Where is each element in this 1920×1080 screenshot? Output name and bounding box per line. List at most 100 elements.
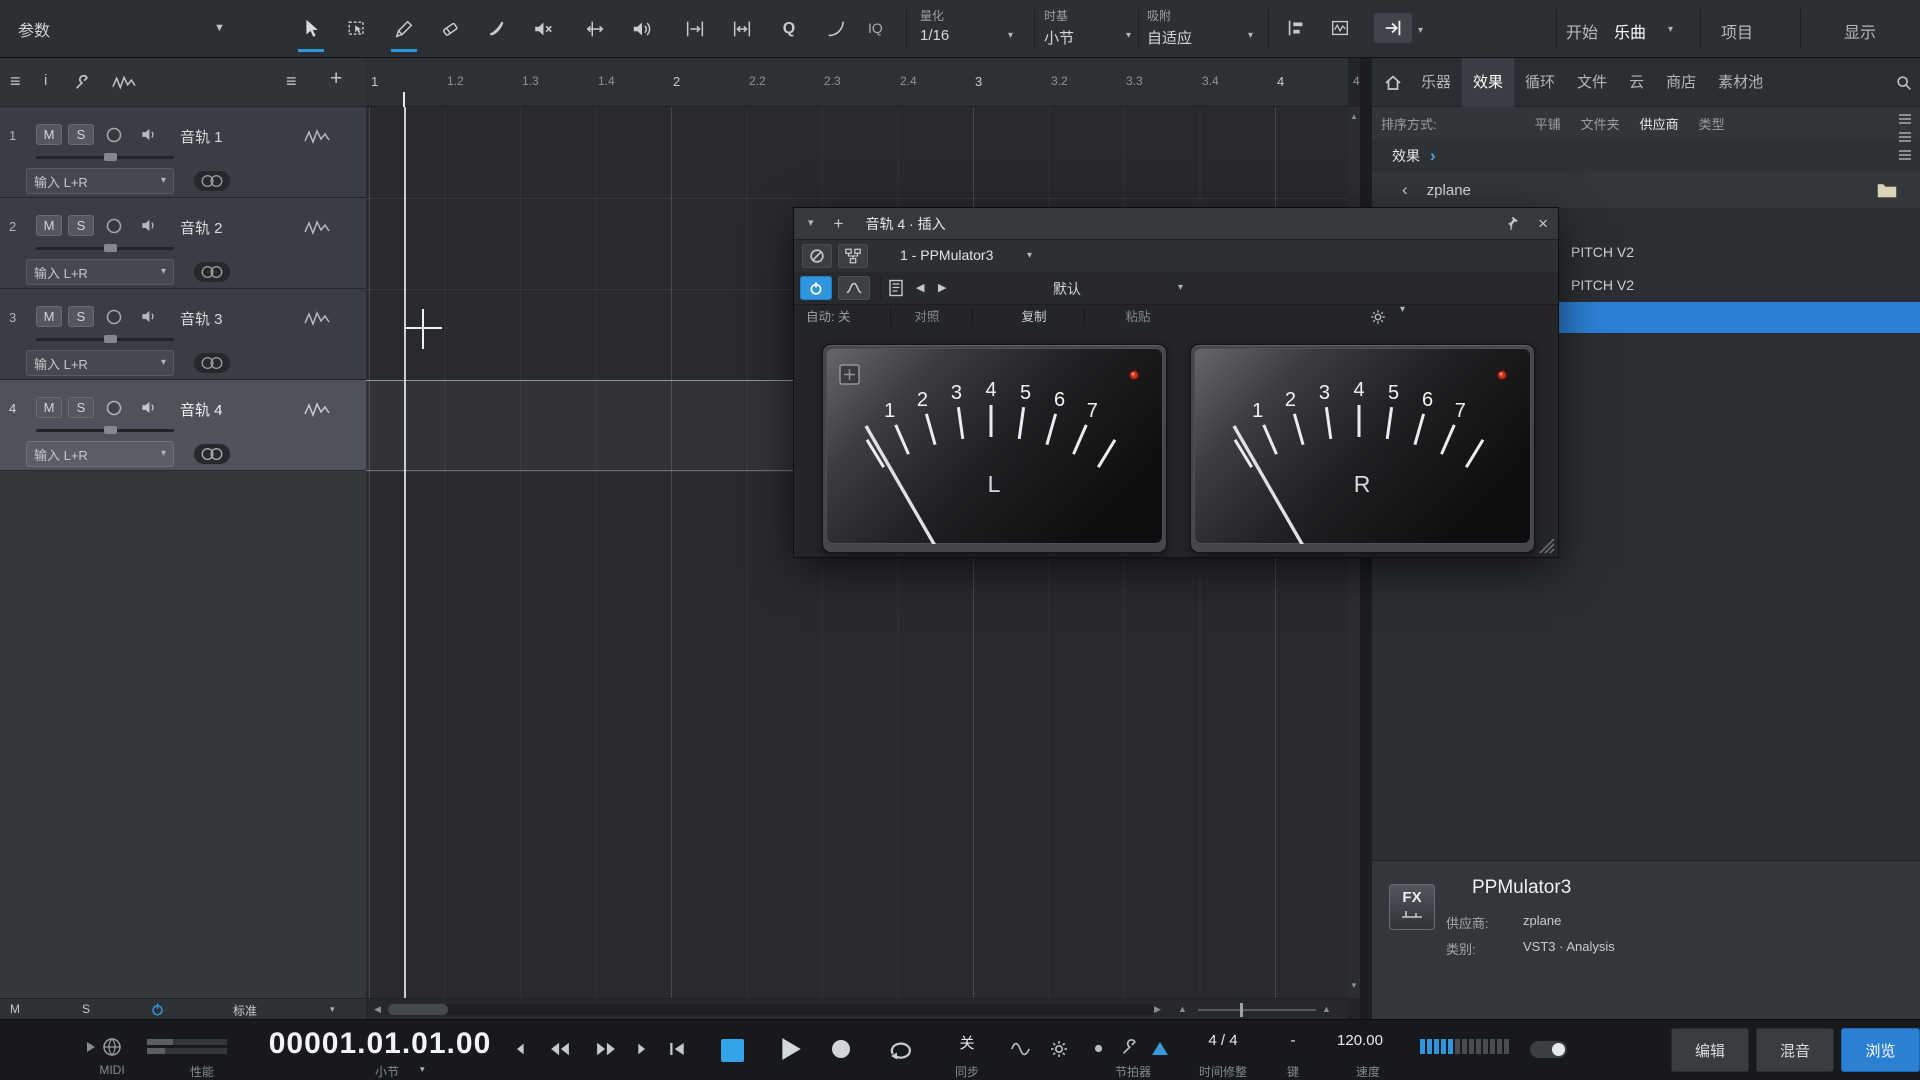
sort-option-flat[interactable]: 平铺: [1535, 114, 1561, 133]
input-select[interactable]: 输入 L+R▾: [26, 259, 174, 285]
timebase-select[interactable]: 小节: [1044, 27, 1074, 48]
volume-slider[interactable]: [36, 247, 174, 250]
paste-button[interactable]: 粘贴: [1108, 305, 1168, 329]
record-arm-button[interactable]: [102, 397, 126, 418]
timestretch-tool-button[interactable]: [681, 15, 709, 43]
bypass-all-button[interactable]: [802, 244, 832, 268]
global-mute-button[interactable]: M: [10, 1002, 20, 1016]
routing-button[interactable]: [838, 244, 868, 268]
nav-start-button[interactable]: 开始: [1566, 19, 1598, 43]
chevron-down-icon[interactable]: ▾: [1668, 25, 1673, 35]
solo-button[interactable]: S: [68, 215, 94, 236]
plugin-active-button[interactable]: [800, 276, 832, 300]
params-dropdown[interactable]: 参数 ▼: [0, 0, 294, 58]
volume-handle[interactable]: [104, 335, 117, 343]
volume-slider[interactable]: [36, 429, 174, 432]
metronome-setup-button[interactable]: [1116, 1034, 1142, 1060]
nav-project-button[interactable]: 项目: [1721, 19, 1753, 43]
stereo-input-toggle[interactable]: [194, 171, 230, 191]
track-list-icon[interactable]: ≡: [10, 71, 21, 92]
mono-toggle[interactable]: [1530, 1041, 1567, 1058]
prev-preset-icon[interactable]: ◀: [916, 281, 924, 294]
record-arm-button[interactable]: [102, 306, 126, 327]
timestretch2-tool-button[interactable]: [728, 15, 756, 43]
solo-button[interactable]: S: [68, 397, 94, 418]
volume-handle[interactable]: [104, 244, 117, 252]
fast-forward-button[interactable]: [592, 1036, 620, 1062]
stop-button[interactable]: [721, 1039, 744, 1062]
track-row-selected[interactable]: 4 M S 音轨 4 输入 L+R▾: [0, 380, 366, 471]
tab-instruments[interactable]: 乐器: [1410, 58, 1462, 107]
insert-slot-select[interactable]: 1 - PPMulator3: [900, 247, 993, 263]
snap-wave-button[interactable]: [1324, 13, 1356, 43]
scroll-down-icon[interactable]: ▼: [1350, 981, 1358, 990]
arrow-tool-button[interactable]: [297, 15, 325, 43]
preset-list-button[interactable]: [888, 279, 904, 302]
automation-mode[interactable]: 自动: 关: [806, 305, 850, 329]
chevron-down-icon[interactable]: ▾: [1418, 26, 1423, 36]
zoom-slider[interactable]: [1198, 1009, 1316, 1011]
folder-header-row[interactable]: ‹ zplane: [1372, 172, 1920, 208]
resize-handle[interactable]: [1538, 537, 1556, 555]
monitor-button[interactable]: [136, 124, 160, 145]
sort-option-vendor[interactable]: 供应商: [1640, 114, 1679, 133]
macro-q-tool-button[interactable]: Q: [775, 15, 803, 43]
timeline-ruler[interactable]: 1 1.2 1.3 1.4 2 2.2 2.3 2.4 3 3.2 3.3 3.…: [366, 58, 1348, 107]
key-value[interactable]: -: [1278, 1032, 1308, 1049]
sync-toggle[interactable]: 关: [947, 1032, 987, 1053]
setup-button[interactable]: [72, 72, 92, 97]
tempo-value[interactable]: 120.00: [1320, 1032, 1400, 1049]
quantize-select[interactable]: 1/16: [920, 27, 949, 44]
stereo-input-toggle[interactable]: [194, 262, 230, 282]
snap-select[interactable]: 自适应: [1147, 27, 1192, 48]
return-to-start-button[interactable]: [664, 1036, 690, 1062]
track-row[interactable]: 1 M S 音轨 1 输入 L+R▾: [0, 107, 366, 198]
zoom-out-icon[interactable]: ▲: [1178, 1004, 1187, 1014]
playhead-ruler-marker[interactable]: [403, 92, 405, 107]
plugin-window[interactable]: ▾ + 音轨 4 · 插入 × 1 - PPMulator3 ▾ ◀ ▶ 默认 …: [794, 208, 1558, 557]
track-name[interactable]: 音轨 4: [180, 399, 223, 420]
zoom-slider-handle[interactable]: [1240, 1003, 1243, 1017]
automation-curve-button[interactable]: [838, 276, 870, 300]
scrollbar-track[interactable]: [388, 1004, 1156, 1015]
home-button[interactable]: [1380, 70, 1406, 96]
paint-tool-button[interactable]: [390, 15, 418, 43]
chevron-down-icon[interactable]: ▾: [1126, 31, 1131, 41]
track-mode-button[interactable]: [304, 127, 330, 150]
next-preset-icon[interactable]: ▶: [938, 281, 946, 294]
fade-tool-button[interactable]: [822, 15, 850, 43]
record-button[interactable]: [828, 1036, 854, 1062]
chevron-down-icon[interactable]: ▾: [330, 1005, 335, 1014]
rewind-button[interactable]: [546, 1036, 574, 1062]
chevron-left-icon[interactable]: ‹: [1402, 180, 1408, 200]
close-icon[interactable]: ×: [1538, 214, 1548, 234]
arrange-horizontal-scrollbar[interactable]: ◀ ▶ ▲ ▲: [366, 998, 1348, 1019]
sort-option-type[interactable]: 类型: [1699, 114, 1725, 133]
input-select[interactable]: 输入 L+R▾: [26, 168, 174, 194]
record-arm-button[interactable]: [102, 124, 126, 145]
sort-option-folder[interactable]: 文件夹: [1581, 114, 1620, 133]
tab-effects[interactable]: 效果: [1462, 58, 1514, 107]
track-name[interactable]: 音轨 2: [180, 217, 223, 238]
layers-icon[interactable]: ≡: [286, 71, 297, 92]
inspector-info-icon[interactable]: i: [44, 72, 47, 89]
stereo-input-toggle[interactable]: [194, 444, 230, 464]
tempo-wave-button[interactable]: [1008, 1036, 1034, 1062]
window-menu-icon[interactable]: ▾: [808, 218, 814, 229]
time-format-select[interactable]: 小节: [357, 1063, 417, 1080]
tab-pool[interactable]: 素材池: [1707, 58, 1774, 107]
chevron-down-icon[interactable]: ▾: [1248, 31, 1253, 41]
prev-marker-button[interactable]: [508, 1036, 534, 1062]
mix-view-button[interactable]: 混音: [1756, 1028, 1834, 1072]
chevron-down-icon[interactable]: ▾: [1008, 31, 1013, 41]
playhead[interactable]: [404, 107, 406, 998]
input-select[interactable]: 输入 L+R▾: [26, 350, 174, 376]
stereo-input-toggle[interactable]: [194, 353, 230, 373]
copy-button[interactable]: 复制: [1004, 305, 1064, 329]
compare-button[interactable]: 对照: [897, 305, 957, 329]
tab-shop[interactable]: 商店: [1655, 58, 1707, 107]
mute-button[interactable]: M: [36, 306, 62, 327]
scroll-up-icon[interactable]: ▲: [1350, 112, 1358, 121]
preset-select[interactable]: 默认: [1017, 279, 1117, 299]
track-name[interactable]: 音轨 3: [180, 308, 223, 329]
